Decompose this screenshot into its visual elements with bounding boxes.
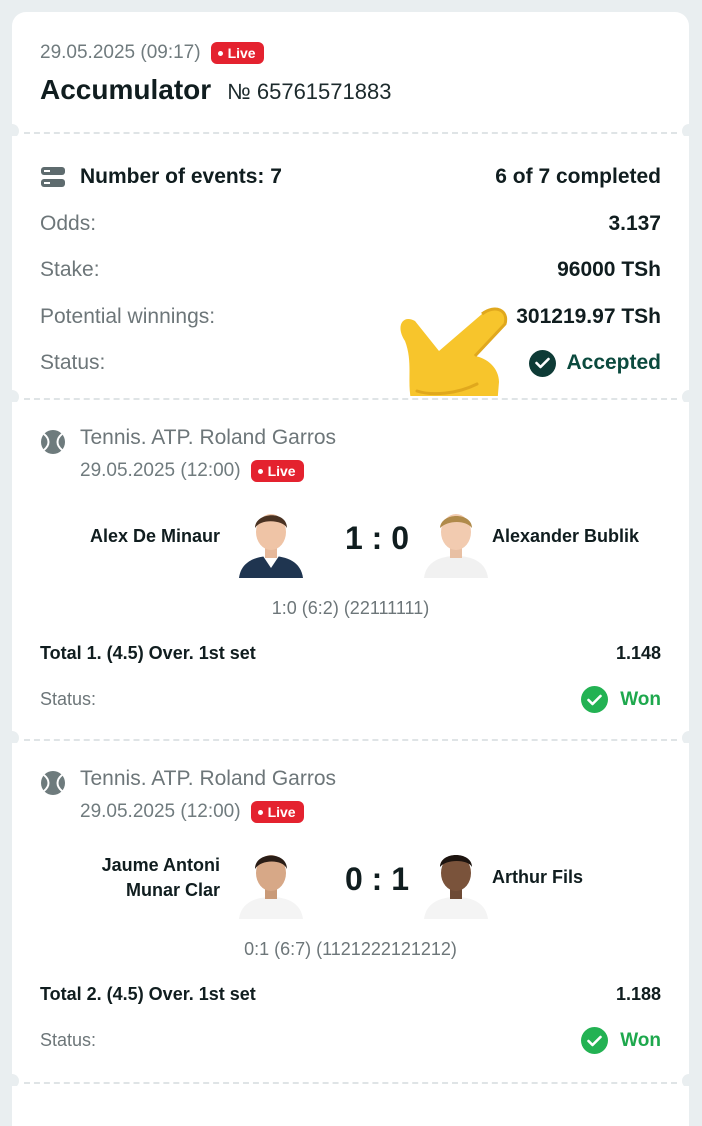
- live-badge: Live: [250, 460, 304, 482]
- event-card[interactable]: Tennis. ATP. Roland Garros 29.05.2025 (1…: [12, 743, 689, 1080]
- bet-header: 29.05.2025 (09:17) Live Accumulator № 65…: [12, 12, 689, 130]
- odds-value: 3.137: [608, 211, 661, 235]
- market-name: Total 1. (4.5) Over. 1st set: [40, 643, 256, 663]
- next-event-card[interactable]: [12, 1086, 689, 1126]
- match-scoreboard: Alex De Minaur 1 : 0 Alexander Bublik: [40, 506, 661, 598]
- player2-name: Arthur Fils: [492, 867, 584, 887]
- event-odds: 1.188: [615, 984, 661, 1004]
- live-badge: Live: [250, 801, 304, 823]
- events-count: Number of events: 7: [80, 165, 282, 189]
- match-score: 1 : 0: [344, 520, 410, 556]
- player2-avatar: [424, 514, 488, 578]
- player2-avatar: [424, 855, 488, 919]
- bet-datetime: 29.05.2025 (09:17): [40, 42, 201, 63]
- check-circle-icon: [581, 1027, 609, 1054]
- list-icon: [41, 167, 65, 188]
- event-datetime: 29.05.2025 (12:00): [80, 460, 241, 481]
- status-label: Status:: [40, 351, 106, 375]
- live-badge: Live: [210, 42, 264, 64]
- status-row: Status: Accepted: [40, 340, 661, 387]
- tennis-ball-icon: [41, 771, 65, 795]
- player1-name: Alex De Minaur: [89, 526, 220, 546]
- event-odds: 1.148: [615, 643, 661, 663]
- player1-name: Jaume Antoni Munar Clar: [101, 855, 220, 900]
- check-circle-icon: [529, 349, 557, 377]
- market-name: Total 2. (4.5) Over. 1st set: [40, 984, 256, 1004]
- bet-type-title: Accumulator: [40, 74, 212, 105]
- match-score: 0 : 1: [344, 861, 410, 897]
- winnings-value: 301219.97 TSh: [516, 304, 661, 328]
- player2-name: Alexander Bublik: [492, 526, 640, 546]
- stake-row: Stake: 96000 TSh: [40, 247, 661, 294]
- player1-avatar: [239, 855, 303, 919]
- events-completed: 6 of 7 completed: [495, 165, 661, 189]
- event-status: Won: [620, 688, 661, 710]
- bet-summary: Number of events: 7 6 of 7 completed Odd…: [12, 136, 689, 438]
- player1-avatar: [239, 514, 303, 578]
- match-scoreboard: Jaume Antoni Munar Clar 0 : 1 Arthur Fil…: [40, 847, 661, 939]
- event-card[interactable]: Tennis. ATP. Roland Garros 29.05.2025 (1…: [12, 402, 689, 737]
- bet-ticket: 29.05.2025 (09:17) Live Accumulator № 65…: [5, 12, 696, 1126]
- stake-value: 96000 TSh: [557, 258, 661, 282]
- score-detail: 0:1 (6:7) (1121222121212): [244, 939, 457, 959]
- competition-name: Tennis. ATP. Roland Garros: [80, 767, 337, 790]
- tennis-ball-icon: [41, 430, 65, 454]
- event-status: Won: [620, 1029, 661, 1051]
- check-circle-icon: [581, 686, 609, 713]
- bet-number: № 65761571883: [227, 79, 392, 104]
- event-datetime: 29.05.2025 (12:00): [80, 801, 241, 822]
- events-row[interactable]: Number of events: 7 6 of 7 completed: [40, 154, 661, 201]
- odds-label: Odds:: [40, 211, 97, 235]
- winnings-label: Potential winnings:: [40, 304, 216, 328]
- stake-label: Stake:: [40, 258, 100, 282]
- competition-name: Tennis. ATP. Roland Garros: [80, 426, 337, 449]
- status-label: Status:: [40, 1030, 97, 1050]
- status-value: Accepted: [566, 351, 661, 375]
- winnings-row: Potential winnings: 301219.97 TSh: [40, 294, 661, 341]
- odds-row: Odds: 3.137: [40, 201, 661, 248]
- score-detail: 1:0 (6:2) (22111111): [271, 598, 430, 618]
- status-label: Status:: [40, 689, 97, 709]
